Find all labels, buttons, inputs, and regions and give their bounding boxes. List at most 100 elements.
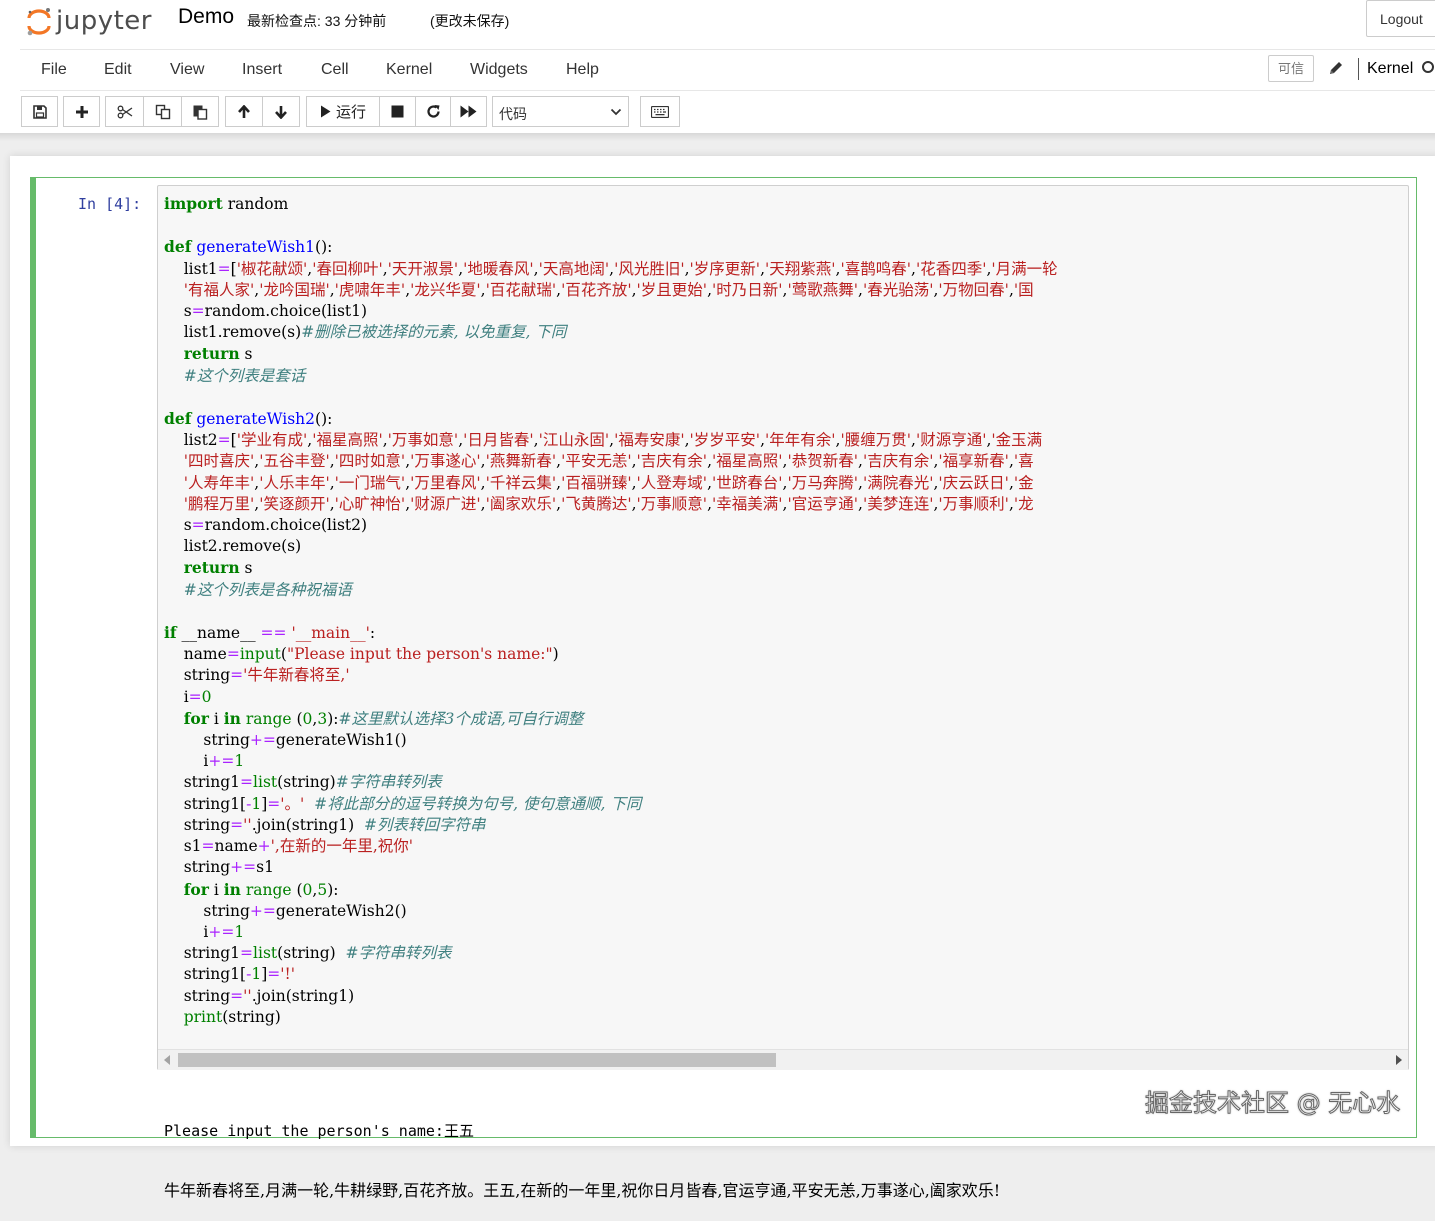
move-down-button[interactable] bbox=[263, 97, 299, 126]
copy-button[interactable] bbox=[144, 97, 182, 126]
kernel-name[interactable]: Kernel bbox=[1367, 60, 1413, 78]
code-line[interactable]: string1[-1]='!' bbox=[164, 964, 1058, 985]
scroll-left-arrow-icon[interactable] bbox=[164, 1055, 170, 1065]
jupyter-logo[interactable]: jupyter bbox=[26, 3, 152, 39]
scrollbar-thumb[interactable] bbox=[178, 1053, 776, 1067]
autosave-status: (更改未保存) bbox=[430, 13, 510, 29]
save-button[interactable] bbox=[22, 97, 57, 126]
keyboard-icon bbox=[651, 105, 669, 118]
stop-icon bbox=[391, 105, 404, 118]
code-line[interactable]: return s bbox=[164, 343, 1058, 365]
code-line[interactable]: ​ bbox=[164, 601, 1058, 622]
menu-edit[interactable]: Edit bbox=[104, 61, 132, 79]
restart-run-all-button[interactable] bbox=[451, 97, 486, 126]
kernel-idle-icon bbox=[1422, 61, 1434, 73]
code-line[interactable]: ​ bbox=[164, 215, 1058, 236]
toolbar-group-clipboard bbox=[105, 96, 219, 127]
trusted-indicator[interactable]: 可信 bbox=[1268, 55, 1314, 82]
toolbar-group-save bbox=[21, 96, 58, 127]
cell-type-select[interactable]: 代码 bbox=[492, 96, 629, 127]
plus-icon bbox=[75, 105, 88, 118]
insert-cell-button[interactable] bbox=[64, 97, 99, 126]
jupyter-logo-text: jupyter bbox=[56, 6, 152, 36]
code-line[interactable]: '鹏程万里','笑逐颜开','心旷神怡','财源广进','阖家欢乐','飞黄腾达… bbox=[164, 494, 1058, 515]
code-line[interactable]: '人寿年丰','人乐丰年','一门瑞气','万里春风','千祥云集','百福骈臻… bbox=[164, 473, 1058, 494]
notebook-name[interactable]: Demo bbox=[178, 5, 234, 29]
arrow-up-icon bbox=[238, 104, 250, 118]
code-line[interactable]: string+=generateWish2() bbox=[164, 901, 1058, 922]
code-line[interactable]: list1.remove(s)#删除已被选择的元素, 以免重复, 下同 bbox=[164, 322, 1058, 343]
play-icon bbox=[320, 105, 331, 118]
save-icon bbox=[32, 104, 47, 119]
code-line[interactable]: string=''.join(string1) #列表转回字符串 bbox=[164, 815, 1058, 836]
code-line[interactable]: list2.remove(s) bbox=[164, 536, 1058, 557]
menu-help[interactable]: Help bbox=[566, 61, 599, 79]
code-line[interactable]: def generateWish2(): bbox=[164, 408, 1058, 430]
notebook-header: jupyter Demo 最新检查点: 33 分钟前 (更改未保存) Logou… bbox=[0, 0, 1435, 133]
code-line[interactable]: return s bbox=[164, 557, 1058, 579]
code-line[interactable]: ​ bbox=[164, 387, 1058, 408]
code-line[interactable]: print(string) bbox=[164, 1007, 1058, 1028]
code-line[interactable]: string+=generateWish1() bbox=[164, 730, 1058, 751]
horizontal-scrollbar[interactable] bbox=[158, 1049, 1408, 1070]
move-up-button[interactable] bbox=[226, 97, 263, 126]
code-line[interactable]: list2=['学业有成','福星高照','万事如意','日月皆春','江山永固… bbox=[164, 430, 1058, 451]
code-line[interactable]: for i in range (0,3):#这里默认选择3个成语,可自行调整 bbox=[164, 708, 1058, 730]
input-prompt: In [4]: bbox=[78, 195, 142, 213]
jupyter-logo-icon bbox=[26, 6, 52, 36]
code-line[interactable]: list1=['椒花献颂','春回柳叶','天开淑景','地暖春风','天高地阔… bbox=[164, 259, 1058, 280]
code-line[interactable]: s=random.choice(list2) bbox=[164, 515, 1058, 536]
code-line[interactable]: string1=list(string)#字符串转列表 bbox=[164, 772, 1058, 793]
code-editor[interactable]: import random​def generateWish1(): list1… bbox=[157, 185, 1409, 1070]
toolbar-group-run: 运行 bbox=[306, 96, 487, 127]
code-line[interactable]: def generateWish1(): bbox=[164, 236, 1058, 258]
chevron-down-icon bbox=[610, 108, 622, 116]
code-line[interactable]: #这个列表是套话 bbox=[164, 366, 1058, 387]
code-line[interactable]: '有福人家','龙吟国瑞','虎啸年丰','龙兴华夏','百花献瑞','百花齐放… bbox=[164, 280, 1058, 301]
edit-mode-pencil-icon bbox=[1328, 59, 1344, 77]
menu-widgets[interactable]: Widgets bbox=[470, 61, 528, 79]
code-line[interactable]: string='牛年新春将至,' bbox=[164, 665, 1058, 686]
kernel-separator bbox=[1358, 58, 1359, 80]
menu-file[interactable]: File bbox=[41, 61, 67, 79]
run-label: 运行 bbox=[335, 104, 366, 121]
code-line[interactable]: name=input("Please input the person's na… bbox=[164, 644, 1058, 665]
copy-icon bbox=[155, 104, 170, 119]
code-line[interactable]: i=0 bbox=[164, 687, 1058, 708]
paste-icon bbox=[193, 105, 208, 120]
code-line[interactable]: for i in range (0,5): bbox=[164, 879, 1058, 901]
checkpoint-status: 最新检查点: 33 分钟前 bbox=[247, 13, 387, 29]
command-palette-button[interactable] bbox=[641, 97, 679, 126]
run-button[interactable]: 运行 bbox=[307, 97, 380, 126]
code-line[interactable]: i+=1 bbox=[164, 751, 1058, 772]
fast-forward-icon bbox=[460, 105, 477, 118]
menu-view[interactable]: View bbox=[170, 61, 204, 79]
logout-button[interactable]: Logout bbox=[1366, 0, 1435, 37]
code-line[interactable]: string1[-1]='。' #将此部分的逗号转换为句号, 使句意通顺, 下同 bbox=[164, 794, 1058, 815]
menu-cell[interactable]: Cell bbox=[321, 61, 349, 79]
code-line[interactable]: '四时喜庆','五谷丰登','四时如意','万事遂心','燕舞新春','平安无恙… bbox=[164, 451, 1058, 472]
toolbar-group-insert bbox=[63, 96, 100, 127]
cell-selected-bar bbox=[30, 177, 36, 1138]
code-line[interactable]: s=random.choice(list1) bbox=[164, 301, 1058, 322]
interrupt-button[interactable] bbox=[380, 97, 416, 126]
menu-kernel[interactable]: Kernel bbox=[386, 61, 432, 79]
code-line[interactable]: i+=1 bbox=[164, 922, 1058, 943]
output-line-prompt: Please input the person's name:王五 bbox=[164, 1122, 474, 1140]
code-line[interactable]: string1=list(string) #字符串转列表 bbox=[164, 943, 1058, 964]
code-line[interactable]: string=''.join(string1) bbox=[164, 986, 1058, 1007]
restart-kernel-button[interactable] bbox=[416, 97, 451, 126]
scroll-right-arrow-icon[interactable] bbox=[1396, 1055, 1402, 1065]
code-line[interactable]: string+=s1 bbox=[164, 857, 1058, 878]
scissors-icon bbox=[117, 105, 132, 118]
code-line[interactable]: import random bbox=[164, 193, 1058, 215]
code-line[interactable]: #这个列表是各种祝福语 bbox=[164, 580, 1058, 601]
paste-button[interactable] bbox=[182, 97, 218, 126]
code-line[interactable]: if __name__ == '__main__': bbox=[164, 622, 1058, 644]
header-shadow bbox=[0, 133, 1435, 141]
cut-button[interactable] bbox=[106, 97, 144, 126]
code-line[interactable]: s1=name+',在新的一年里,祝你' bbox=[164, 836, 1058, 857]
code-text[interactable]: import random​def generateWish1(): list1… bbox=[164, 193, 1058, 1028]
menu-insert[interactable]: Insert bbox=[242, 61, 282, 79]
restart-icon bbox=[426, 105, 440, 118]
